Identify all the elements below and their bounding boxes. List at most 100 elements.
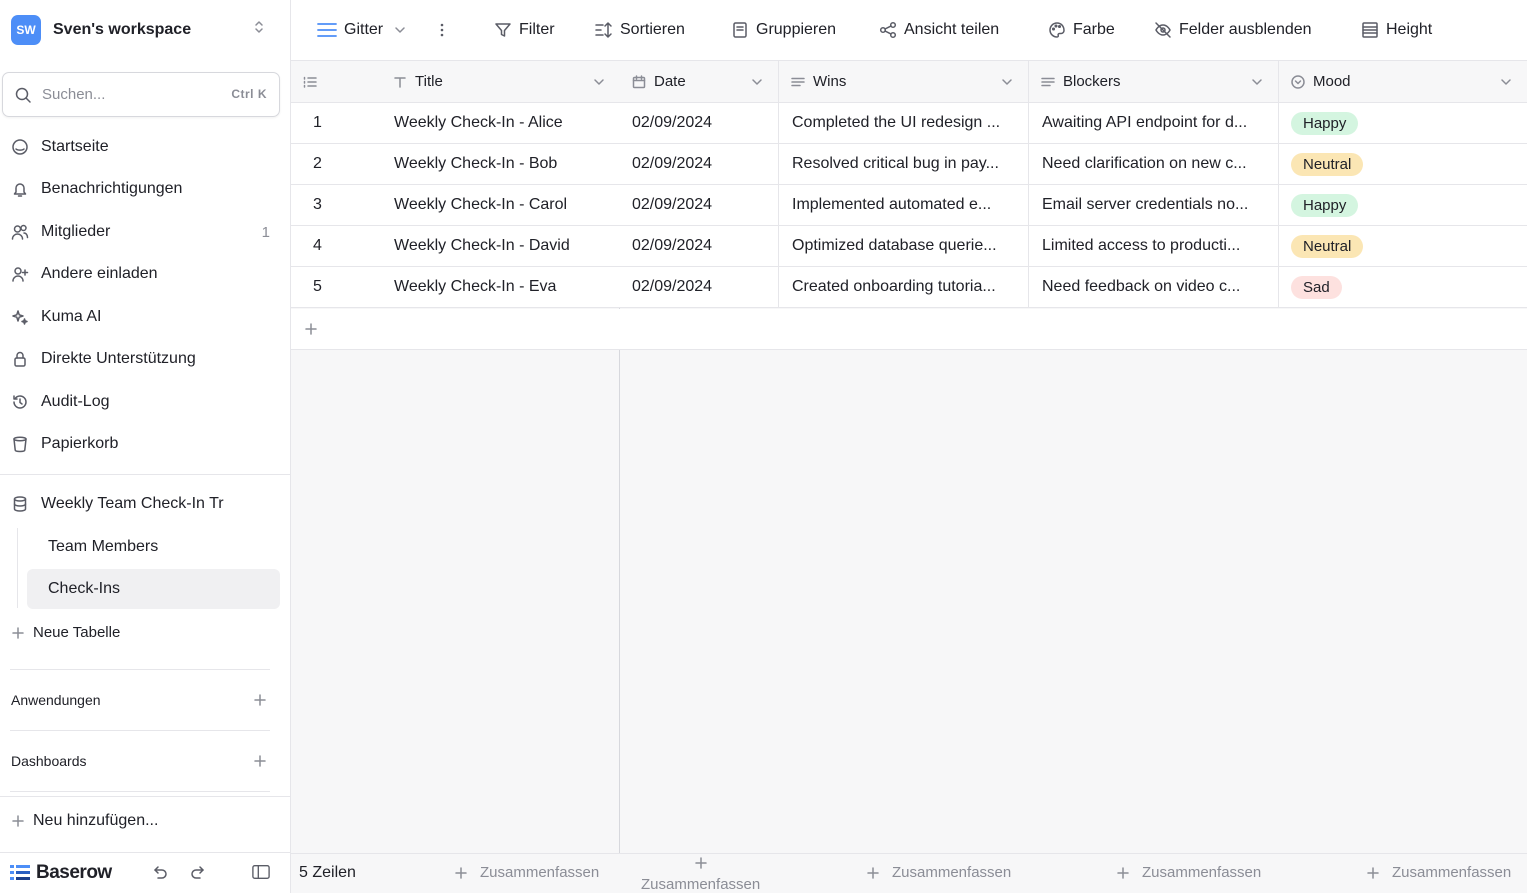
table-row[interactable]: 3 Weekly Check-In - Carol (291, 185, 620, 226)
cell-wins[interactable]: Optimized database querie... (779, 226, 1029, 266)
cell-blockers[interactable]: Awaiting API endpoint for d... (1029, 103, 1279, 143)
view-more-button[interactable] (439, 0, 445, 60)
cell-date[interactable]: 02/09/2024 (620, 103, 779, 143)
cell-blockers[interactable]: Email server credentials no... (1029, 185, 1279, 225)
new-table-button[interactable]: Neue Tabelle (11, 624, 120, 641)
nav-item-notifications[interactable]: Benachrichtigungen (0, 169, 290, 209)
add-application-icon[interactable] (253, 693, 267, 707)
cell-wins[interactable]: Created onboarding tutoria... (779, 267, 1029, 307)
sidebar: SW Sven's workspace Suchen... Ctrl K Sta… (0, 0, 291, 893)
nav-item-home[interactable]: Startseite (0, 127, 290, 167)
table-row[interactable]: 02/09/2024 Created onboarding tutoria... N… (620, 267, 1527, 308)
column-header-label: Mood (1313, 73, 1351, 90)
summarize-date-button[interactable]: Zusammenfassen (641, 854, 760, 893)
row-height-button[interactable]: Height (1361, 0, 1432, 60)
cell-date[interactable]: 02/09/2024 (620, 226, 779, 266)
summarize-blockers-button[interactable]: Zusammenfassen (1116, 864, 1261, 881)
row-count: 5 Zeilen (299, 864, 356, 881)
user-plus-icon (11, 265, 29, 283)
chevron-down-icon[interactable] (750, 75, 764, 89)
hide-fields-label: Felder ausblenden (1179, 21, 1312, 38)
cell-date[interactable]: 02/09/2024 (620, 267, 779, 307)
table-row[interactable]: 02/09/2024 Resolved critical bug in pay..… (620, 144, 1527, 185)
column-header-mood[interactable]: Mood (1279, 61, 1527, 102)
nav-item-direct-support[interactable]: Direkte Unterstützung (0, 339, 290, 379)
table-row[interactable]: 5 Weekly Check-In - Eva (291, 267, 620, 308)
undo-icon[interactable] (150, 863, 168, 881)
grid-left-section: Title 1 Weekly Check-In - Alice 2 Weekly Ch… (291, 61, 620, 853)
cell-wins[interactable]: Implemented automated e... (779, 185, 1029, 225)
members-count: 1 (261, 223, 270, 241)
dashboards-label: Dashboards (11, 753, 87, 769)
summarize-wins-button[interactable]: Zusammenfassen (866, 864, 1011, 881)
redo-icon[interactable] (190, 863, 208, 881)
cell-title[interactable]: Weekly Check-In - Eva (381, 267, 620, 307)
table-row[interactable]: 4 Weekly Check-In - David (291, 226, 620, 267)
cell-wins[interactable]: Resolved critical bug in pay... (779, 144, 1029, 184)
filter-button[interactable]: Filter (494, 0, 555, 60)
cell-mood[interactable]: Neutral (1279, 226, 1527, 266)
nav-item-invite[interactable]: Andere einladen (0, 254, 290, 294)
add-row-button[interactable] (291, 309, 620, 350)
nav-item-label: Benachrichtigungen (41, 180, 183, 197)
cell-title[interactable]: Weekly Check-In - Bob (381, 144, 620, 184)
workspace-switcher[interactable]: SW Sven's workspace (0, 0, 290, 60)
search-shortcut: Ctrl K (231, 87, 267, 101)
row-identifier-header[interactable] (291, 61, 381, 102)
chevron-down-icon[interactable] (1000, 75, 1014, 89)
add-new-button[interactable]: Neu hinzufügen... (11, 812, 158, 830)
cell-blockers[interactable]: Limited access to producti... (1029, 226, 1279, 266)
share-view-button[interactable]: Ansicht teilen (879, 0, 999, 60)
summarize-title-button[interactable]: Zusammenfassen (454, 864, 599, 881)
cell-mood[interactable]: Happy (1279, 185, 1527, 225)
mood-badge: Neutral (1291, 152, 1364, 176)
cell-blockers[interactable]: Need clarification on new c... (1029, 144, 1279, 184)
table-row[interactable]: 02/09/2024 Optimized database querie... Li… (620, 226, 1527, 267)
sidebar-collapse-icon[interactable] (252, 863, 270, 881)
table-item-check-ins[interactable]: Check-Ins (27, 569, 280, 609)
table-row[interactable]: 02/09/2024 Implemented automated e... Emai… (620, 185, 1527, 226)
home-icon (11, 138, 29, 156)
column-header-blockers[interactable]: Blockers (1029, 61, 1279, 102)
nav-item-label: Startseite (41, 138, 109, 155)
database-item[interactable]: Weekly Team Check-In Tr (0, 484, 290, 524)
add-row-area[interactable] (620, 309, 1527, 350)
nav-item-members[interactable]: Mitglieder 1 (0, 212, 290, 252)
nav-item-audit-log[interactable]: Audit-Log (0, 382, 290, 422)
calendar-icon (632, 74, 646, 89)
search-input[interactable]: Suchen... Ctrl K (2, 72, 280, 117)
add-dashboard-icon[interactable] (253, 754, 267, 768)
cell-blockers[interactable]: Need feedback on video c... (1029, 267, 1279, 307)
view-selector[interactable]: Gitter (317, 0, 407, 60)
nav-item-trash[interactable]: Papierkorb (0, 424, 290, 464)
chevron-down-icon[interactable] (592, 75, 606, 89)
group-button[interactable]: Gruppieren (731, 0, 836, 60)
column-header-date[interactable]: Date (620, 61, 779, 102)
column-header-wins[interactable]: Wins (779, 61, 1029, 102)
cell-mood[interactable]: Sad (1279, 267, 1527, 307)
hide-fields-button[interactable]: Felder ausblenden (1154, 0, 1312, 60)
cell-title[interactable]: Weekly Check-In - Alice (381, 103, 620, 143)
column-header-title[interactable]: Title (381, 61, 620, 102)
cell-title[interactable]: Weekly Check-In - David (381, 226, 620, 266)
summarize-mood-button[interactable]: Zusammenfassen (1366, 864, 1511, 881)
sort-button[interactable]: Sortieren (595, 0, 685, 60)
table-row[interactable]: 02/09/2024 Completed the UI redesign ... A… (620, 103, 1527, 144)
chevron-down-icon[interactable] (1250, 75, 1264, 89)
table-row[interactable]: 1 Weekly Check-In - Alice (291, 103, 620, 144)
cell-date[interactable]: 02/09/2024 (620, 144, 779, 184)
color-button[interactable]: Farbe (1048, 0, 1115, 60)
cell-mood[interactable]: Happy (1279, 103, 1527, 143)
cell-title[interactable]: Weekly Check-In - Carol (381, 185, 620, 225)
cell-date[interactable]: 02/09/2024 (620, 185, 779, 225)
nav-item-kuma-ai[interactable]: Kuma AI (0, 297, 290, 337)
table-row[interactable]: 2 Weekly Check-In - Bob (291, 144, 620, 185)
trash-icon (11, 435, 29, 453)
applications-section: Anwendungen (11, 685, 271, 715)
cell-wins[interactable]: Completed the UI redesign ... (779, 103, 1029, 143)
nav-item-label: Mitglieder (41, 223, 111, 240)
chevron-down-icon[interactable] (1499, 75, 1513, 89)
table-item-team-members[interactable]: Team Members (27, 527, 280, 567)
nav-item-label: Direkte Unterstützung (41, 350, 196, 367)
cell-mood[interactable]: Neutral (1279, 144, 1527, 184)
